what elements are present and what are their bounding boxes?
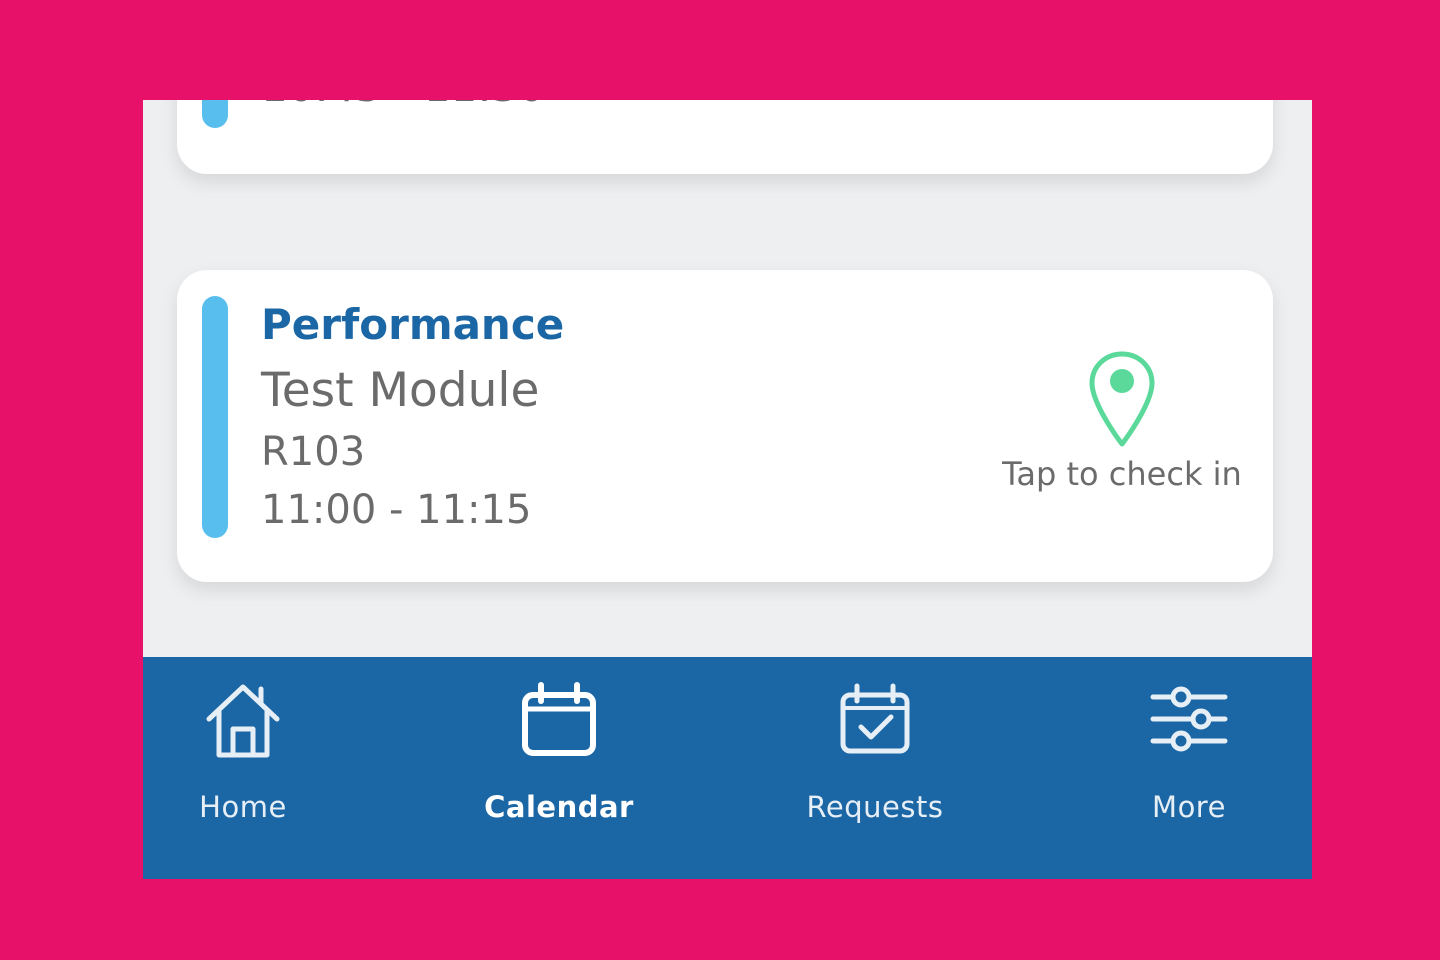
tab-more[interactable]: More	[1069, 677, 1309, 822]
previous-lesson-card[interactable]: 10:45 - 11:30	[177, 100, 1273, 174]
tab-label: Home	[199, 790, 287, 824]
check-in-button[interactable]: Tap to check in	[967, 350, 1277, 500]
tab-home[interactable]: Home	[143, 677, 363, 822]
lesson-accent-bar	[202, 296, 228, 538]
tab-label: More	[1152, 790, 1226, 824]
tab-requests[interactable]: Requests	[755, 677, 995, 822]
lesson-room: R103	[261, 429, 366, 475]
tab-calendar[interactable]: Calendar	[439, 677, 679, 822]
previous-lesson-time: 10:45 - 11:30	[261, 100, 545, 108]
lesson-card[interactable]: Performance Test Module R103 11:00 - 11:…	[177, 270, 1273, 582]
sliders-icon	[1150, 686, 1228, 752]
calendar-check-icon	[840, 683, 910, 754]
calendar-icon	[522, 682, 596, 756]
bottom-tab-bar: Home Calendar Requests More	[143, 657, 1312, 879]
check-in-label: Tap to check in	[1002, 455, 1242, 493]
home-icon	[206, 684, 280, 758]
lesson-module: Test Module	[261, 363, 540, 418]
tab-label: Calendar	[484, 790, 634, 824]
tab-label: Requests	[806, 790, 944, 824]
lesson-time: 11:00 - 11:15	[261, 487, 532, 533]
map-pin-icon	[1089, 351, 1155, 447]
app-screen: 10:45 - 11:30 Performance Test Module R1…	[143, 100, 1312, 879]
lesson-accent-bar	[202, 100, 228, 128]
lesson-title: Performance	[261, 300, 565, 349]
